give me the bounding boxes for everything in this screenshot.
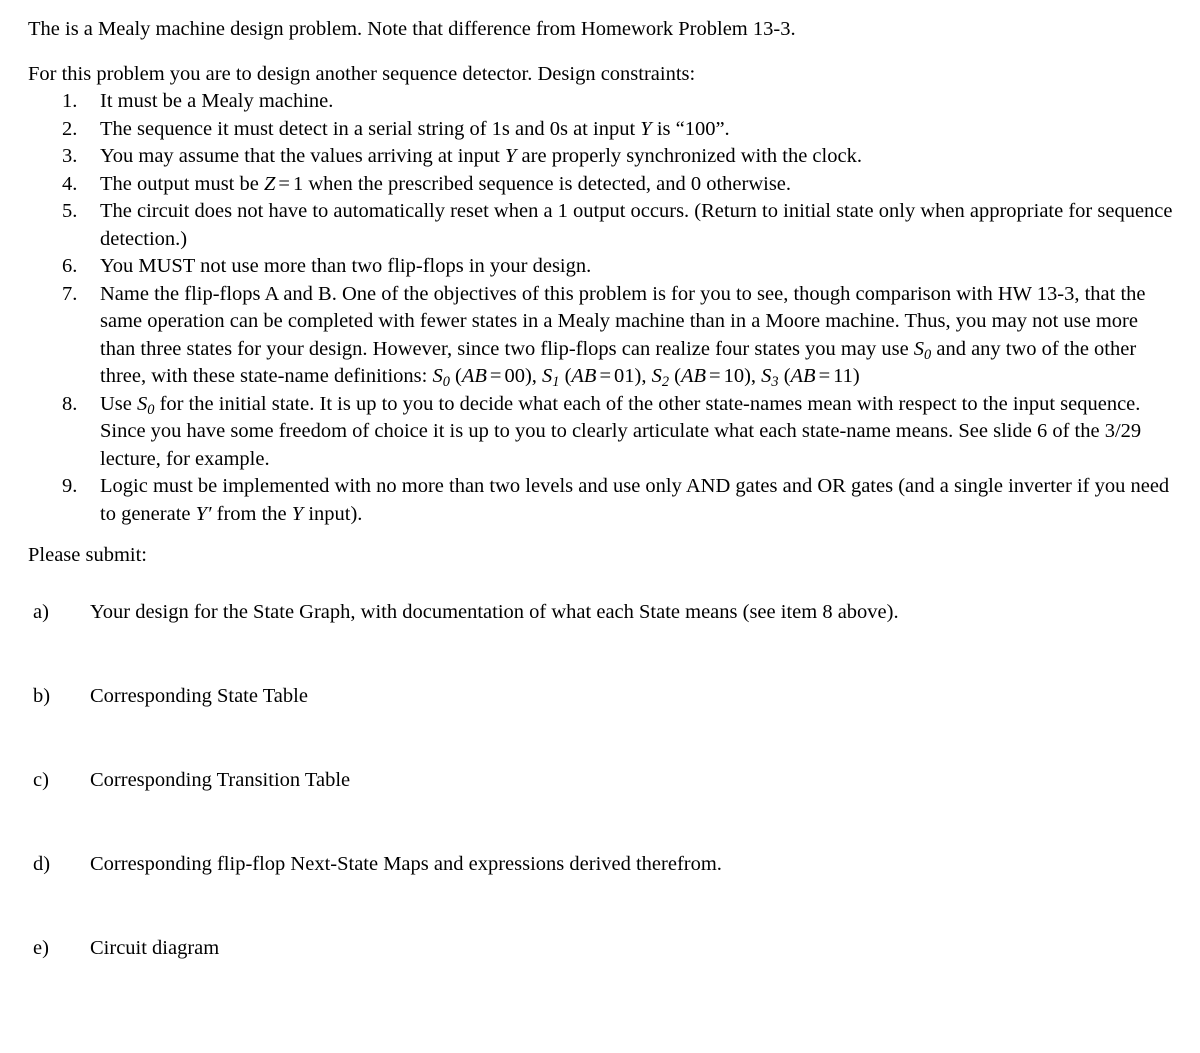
constraint-marker: 5. [62,200,78,222]
submit-marker: d) [33,852,51,875]
constraint-text-after: are properly synchronized with the clock… [516,145,862,167]
submit-heading: Please submit: [28,544,148,566]
variable-y: Y [505,145,517,167]
constraint-marker: 9. [62,475,78,497]
submit-item-d: d) Corresponding flip-flop Next-State Ma… [0,851,1200,935]
variable-z: Z [263,172,276,195]
constraint-item-1: 1. It must be a Mealy machine. [0,88,1200,116]
constraint-marker: 3. [62,145,78,167]
submit-list: a) Your design for the State Graph, with… [0,599,1200,1019]
constraint-marker: 8. [62,392,78,415]
state-definitions: S0 (AB = 00), S1 (AB = 01), S2 (AB = 10), S3 (… [432,365,860,391]
state-def-1-ab: AB [571,365,597,387]
constraint-marker: 7. [62,282,78,305]
constraint-item-9: 9. Logic must be implemented with no mor… [0,473,1200,528]
submit-item-c: c) Corresponding Transition Table [0,767,1200,851]
state-def-0: S0 [432,365,450,391]
constraint-text-before: The sequence it must detect in a serial … [100,117,641,140]
constraint-item-3: 3. You may assume that the values arrivi… [0,143,1200,171]
submit-item-e: e) Circuit diagram [0,935,1200,1019]
constraint-item-2: 2. The sequence it must detect in a seri… [0,116,1200,144]
submit-text: Corresponding flip-flop Next-State Maps … [90,852,722,875]
constraint-item-7: 7. Name the flip-flops A and B. One of t… [0,281,1200,391]
state-symbol-s0: S0 [137,392,155,418]
constraint-text-after: is “100”. [651,117,730,140]
state-def-3: S3 [761,365,779,391]
constraint-text: The circuit does not have to automatical… [100,200,1173,250]
state-def-2-ab: AB [680,365,707,387]
constraint-text-after: when the prescribed sequence is detected… [303,172,792,195]
submit-item-b: b) Corresponding State Table [0,683,1200,767]
constraint-marker: 6. [62,255,78,277]
variable-y-prime: Y′ [195,502,212,525]
submit-item-a: a) Your design for the State Graph, with… [0,599,1200,683]
submit-marker: a) [33,600,49,623]
constraint-marker: 1. [62,90,78,112]
constraint-item-8: 8. Use S0 for the initial state. It is u… [0,391,1200,474]
submit-text: Corresponding State Table [90,684,308,707]
state-symbol-s0: S0 [913,337,932,363]
constraint-text-before: Use [100,392,138,415]
submit-spacer [0,570,1200,599]
state-def-3-ab: AB [790,365,816,387]
constraint-item-6: 6. You MUST not use more than two flip-f… [0,253,1200,281]
intro-paragraph: The is a Mealy machine design problem. N… [28,18,796,40]
constraint-item-5: 5. The circuit does not have to automati… [0,198,1200,253]
constraint-marker: 2. [62,117,78,140]
submit-marker: e) [33,936,49,959]
equals-sign: = [278,172,290,195]
submit-marker: b) [33,684,51,707]
submit-text: Corresponding Transition Table [90,768,351,791]
constraint-text-after: input). [303,502,363,525]
submit-text: Your design for the State Graph, with do… [90,600,899,623]
constraint-text-mid: from the [211,502,292,525]
state-def-0-ab: AB [461,365,487,387]
constraint-marker: 4. [62,172,78,195]
constraint-text-before: You may assume that the values arriving … [100,145,506,167]
submit-marker: c) [33,768,49,791]
value-one: 1 [292,172,304,195]
constraints-list: 1. It must be a Mealy machine. 2. The se… [0,88,1200,528]
constraint-text-before: The output must be [100,172,264,195]
state-def-2: S2 [651,365,670,391]
constraint-text: You MUST not use more than two flip-flop… [100,255,592,277]
variable-y: Y [640,117,652,140]
constraint-item-4: 4. The output must be Z = 1 when the presc… [0,171,1200,199]
document-page: The is a Mealy machine design problem. N… [0,0,1200,1053]
constraint-text-after: for the initial state. It is up to you t… [100,392,1142,470]
constraint-text: It must be a Mealy machine. [100,90,334,112]
state-def-1: S1 [542,365,560,391]
variable-y: Y [291,502,304,525]
submit-text: Circuit diagram [90,936,220,959]
lead-paragraph: For this problem you are to design anoth… [28,62,696,85]
